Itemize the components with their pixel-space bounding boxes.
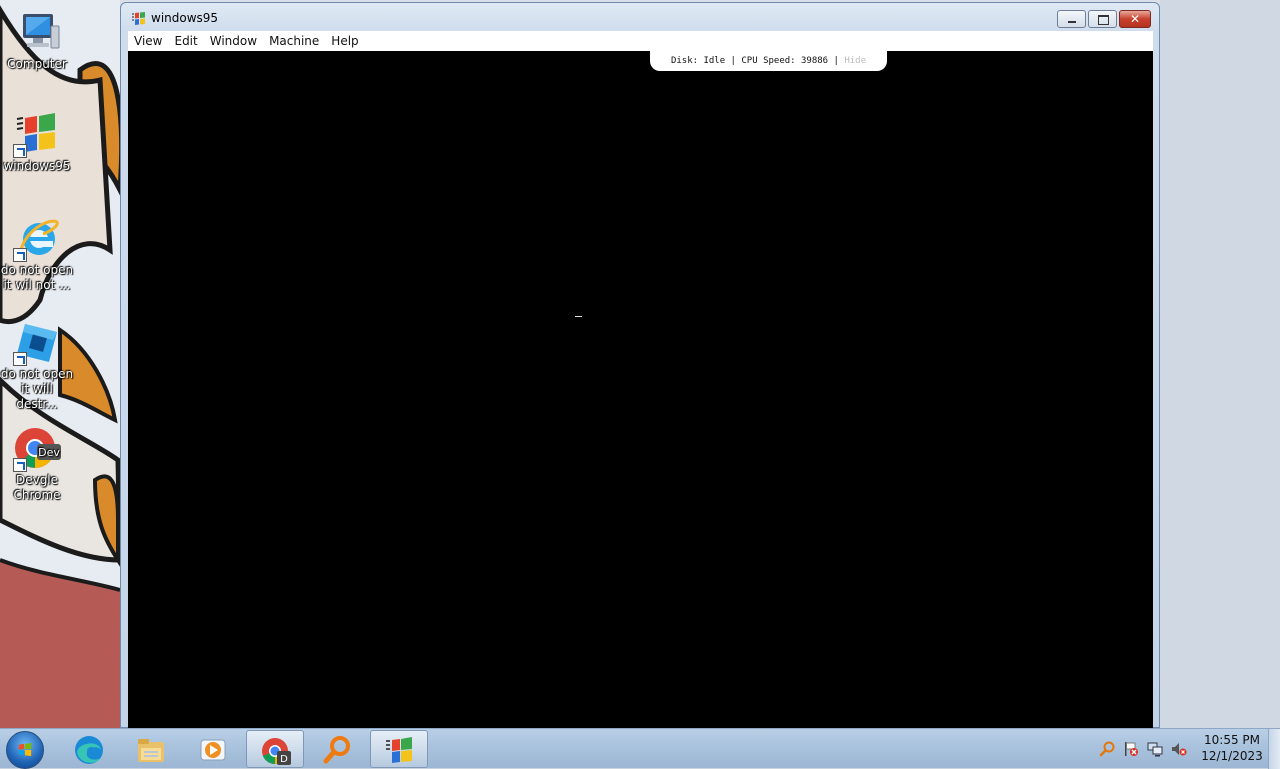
desktop-icon-label-line2: it will destr... xyxy=(16,382,58,411)
taskbar-search-button[interactable] xyxy=(308,730,366,768)
roblox-studio-icon xyxy=(13,318,61,366)
desktop-icon-label-line1: do not open xyxy=(0,367,74,381)
window-titlebar[interactable]: windows95 ✕ xyxy=(121,3,1159,33)
shortcut-arrow-icon xyxy=(13,352,27,366)
windows95-logo-icon xyxy=(13,110,61,158)
taskbar-media-player-button[interactable] xyxy=(184,730,242,768)
emulator-window[interactable]: windows95 ✕ View Edit Window Machine Hel… xyxy=(120,2,1160,729)
close-button[interactable]: ✕ xyxy=(1119,10,1151,28)
taskbar-windows95-button[interactable] xyxy=(370,730,428,768)
chrome-dev-icon: Dev xyxy=(13,424,61,472)
taskbar: D 10:55 PM 12/1/2023 xyxy=(0,728,1280,769)
chrome-dev-badge: D xyxy=(280,754,288,765)
close-icon: ✕ xyxy=(1129,12,1141,26)
desktop-icon-label-line2: Chrome xyxy=(13,488,61,502)
restore-icon xyxy=(1098,15,1109,25)
dev-badge: Dev xyxy=(38,446,60,459)
edge-icon xyxy=(75,736,103,764)
file-explorer-icon xyxy=(138,739,164,762)
menu-view[interactable]: View xyxy=(128,34,168,48)
text-cursor xyxy=(575,316,582,317)
media-player-icon xyxy=(200,739,226,761)
maximize-button[interactable] xyxy=(1088,10,1117,28)
menu-bar: View Edit Window Machine Help xyxy=(128,31,1153,51)
windows95-logo-icon xyxy=(131,11,147,27)
desktop-icon-label: windows95 xyxy=(3,159,71,173)
desktop-icon-roblox-studio[interactable]: do not open it will destr... xyxy=(0,318,75,412)
desktop-icon-label-line1: do not open xyxy=(0,263,74,277)
menu-window[interactable]: Window xyxy=(204,34,263,48)
status-text: Disk: Idle | CPU Speed: 39886 | xyxy=(670,56,845,66)
emulator-status-bar: Disk: Idle | CPU Speed: 39886 | Hide xyxy=(650,51,887,71)
desktop-icon-label-line2: it wil not ... xyxy=(3,278,71,292)
magnifier-tray-icon[interactable] xyxy=(1099,741,1115,757)
minimize-button[interactable] xyxy=(1057,10,1086,28)
taskbar-clock[interactable]: 10:55 PM 12/1/2023 xyxy=(1196,732,1268,764)
menu-edit[interactable]: Edit xyxy=(168,34,203,48)
menu-machine[interactable]: Machine xyxy=(263,34,325,48)
window-title: windows95 xyxy=(151,11,219,25)
shortcut-arrow-icon xyxy=(13,458,27,472)
desktop-icon-devgle-chrome[interactable]: Dev Devgle Chrome xyxy=(0,424,75,503)
clock-date: 12/1/2023 xyxy=(1201,749,1263,763)
minimize-icon xyxy=(1068,21,1076,23)
hide-status-link[interactable]: Hide xyxy=(844,56,866,66)
desktop-icon-windows95[interactable]: windows95 xyxy=(0,110,75,174)
shortcut-arrow-icon xyxy=(13,248,27,262)
desktop-icon-ie[interactable]: do not open it wil not ... xyxy=(0,214,75,293)
start-button[interactable] xyxy=(6,731,44,769)
desktop-icon-label-line1: Devgle xyxy=(15,473,59,487)
show-desktop-button[interactable] xyxy=(1268,729,1280,769)
taskbar-chrome-dev-button[interactable]: D xyxy=(246,730,304,768)
internet-explorer-icon xyxy=(13,214,61,262)
volume-muted-icon[interactable] xyxy=(1171,741,1187,757)
desktop-icon-label: Computer xyxy=(7,57,67,71)
shortcut-arrow-icon xyxy=(13,144,27,158)
search-magnifier-icon xyxy=(323,736,350,764)
action-center-flag-icon[interactable] xyxy=(1123,741,1139,757)
windows95-logo-icon xyxy=(386,737,412,763)
chrome-dev-icon: D xyxy=(262,738,291,765)
desktop-icon-computer[interactable]: Computer xyxy=(0,8,75,72)
network-icon[interactable] xyxy=(1147,741,1163,757)
menu-help[interactable]: Help xyxy=(325,34,364,48)
taskbar-explorer-button[interactable] xyxy=(122,730,180,768)
emulator-screen[interactable] xyxy=(128,51,1153,729)
taskbar-edge-button[interactable] xyxy=(60,730,118,768)
computer-icon xyxy=(13,8,61,56)
clock-time: 10:55 PM xyxy=(1204,733,1260,747)
windows-flag-icon xyxy=(18,743,32,757)
